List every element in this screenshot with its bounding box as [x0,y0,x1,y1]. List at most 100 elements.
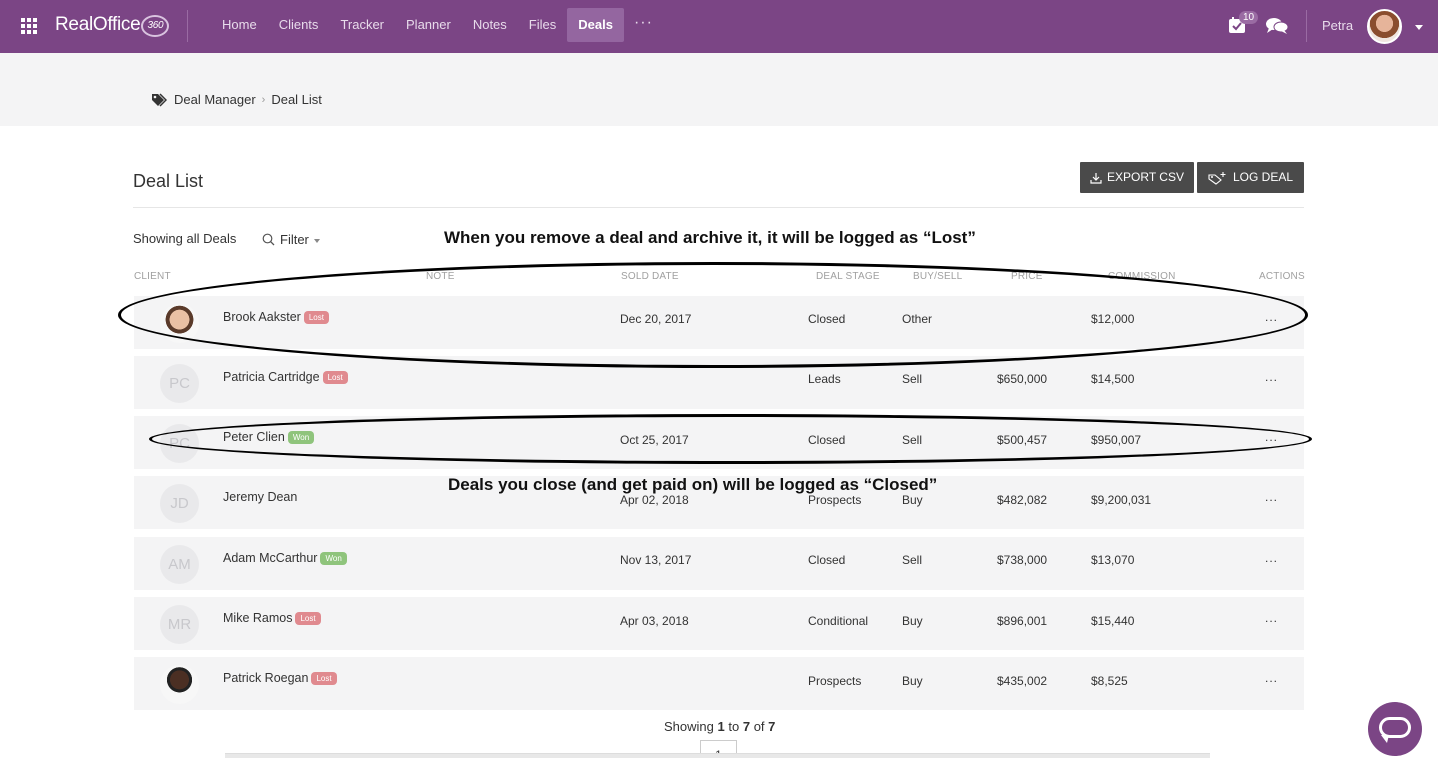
column-header-buy-sell[interactable]: BUY/SELL [913,271,962,282]
commission: $950,007 [1091,433,1142,447]
column-header-client[interactable]: CLIENT [134,271,171,282]
breadcrumb: Deal Manager › Deal List [151,92,322,107]
app-logo[interactable]: RealOffice 360 [55,14,170,39]
price: $738,000 [997,553,1048,567]
buy-sell: Buy [902,674,923,688]
column-header-note[interactable]: NOTE [426,271,455,282]
row-actions-button[interactable]: ... [1265,611,1278,625]
row-actions-button[interactable]: ... [1265,551,1278,565]
column-header-commission[interactable]: COMMISSION [1108,271,1176,282]
client-name[interactable]: Brook Aakster [223,310,301,324]
breadcrumb-current: Deal List [271,92,322,107]
status-badge: Won [287,430,315,444]
nav-item-planner[interactable]: Planner [395,8,462,42]
row-actions-button[interactable]: ... [1265,671,1278,685]
search-icon [262,233,275,246]
row-actions-button[interactable]: ... [1265,490,1278,504]
buy-sell: Other [902,312,933,326]
commission: $8,525 [1091,674,1128,688]
app-grid-icon[interactable] [21,18,37,34]
nav-divider [187,10,188,42]
buy-sell: Sell [902,553,923,567]
breadcrumb-root[interactable]: Deal Manager [174,92,256,107]
row-actions-button[interactable]: ... [1265,370,1278,384]
user-avatar[interactable] [1367,9,1402,44]
tags-icon [152,92,167,107]
price: $482,082 [997,493,1048,507]
export-csv-button[interactable]: EXPORT CSV [1080,162,1194,193]
nav-item-files[interactable]: Files [518,8,567,42]
column-header-deal-stage[interactable]: DEAL STAGE [816,271,880,282]
buy-sell: Buy [902,493,923,507]
nav-more-icon[interactable]: ··· [624,8,663,42]
table-row[interactable]: PC Peter Clien Won Oct 25, 2017 Closed Se… [134,416,1304,469]
header-divider [133,207,1304,208]
deal-stage: Closed [808,433,846,447]
client-avatar [160,665,199,704]
price: $650,000 [997,372,1048,386]
sold-date: Nov 13, 2017 [620,553,692,567]
table-row[interactable]: PC Patricia Cartridge Lost Leads Sell $65… [134,356,1304,409]
logo-badge: 360 [141,15,170,37]
deal-stage: Prospects [808,674,862,688]
chat-bubble-tail [1381,735,1389,743]
nav-item-home[interactable]: Home [211,8,268,42]
log-deal-button[interactable]: LOG DEAL [1197,162,1304,193]
filter-caret-icon [313,238,320,243]
client-name[interactable]: Mike Ramos [223,611,292,625]
client-name[interactable]: Adam McCarthur [223,551,317,565]
pager-to: 7 [742,719,751,734]
column-header-actions: ACTIONS [1259,271,1305,282]
nav-item-clients[interactable]: Clients [268,8,330,42]
commission: $13,070 [1091,553,1135,567]
bottom-edge [225,753,1210,758]
filter-label: Filter [280,232,309,247]
deal-stage: Prospects [808,493,862,507]
client-name[interactable]: Jeremy Dean [223,490,297,504]
client-avatar: MR [160,605,199,644]
deal-stage: Conditional [808,614,869,628]
table-row[interactable]: Patrick Roegan Lost Prospects Buy $435,00… [134,657,1304,710]
tag-plus-icon [1208,171,1226,185]
nav-item-notes[interactable]: Notes [462,8,518,42]
filter-dropdown[interactable]: Filter [262,232,320,247]
breadcrumb-band: Deal Manager › Deal List [0,53,1438,126]
export-csv-label: EXPORT CSV [1107,170,1184,184]
nav-item-deals[interactable]: Deals [567,8,624,42]
table-row[interactable]: Brook Aakster Lost Dec 20, 2017 Closed Ot… [134,296,1304,349]
nav-divider [1306,10,1307,42]
client-name[interactable]: Patrick Roegan [223,671,308,685]
commission: $15,440 [1091,614,1135,628]
client-avatar: PC [160,424,199,463]
nav-item-tracker[interactable]: Tracker [329,8,395,42]
sold-date: Apr 03, 2018 [620,614,689,628]
top-navbar: RealOffice 360 Home Clients Tracker Plann… [0,0,1438,53]
column-header-price[interactable]: PRICE [1011,271,1043,282]
client-name[interactable]: Peter Clien [223,430,285,444]
commission: $9,200,031 [1091,493,1152,507]
sold-date: Oct 25, 2017 [620,433,689,447]
pager-of-word: of [753,719,765,734]
annotation-closed: Deals you close (and get paid on) will b… [448,475,938,494]
main-nav: Home Clients Tracker Planner Notes Files… [211,8,663,42]
column-header-sold-date[interactable]: SOLD DATE [621,271,679,282]
table-row[interactable]: MR Mike Ramos Lost Apr 03, 2018 Condition… [134,597,1304,650]
user-name[interactable]: Petra [1322,18,1353,33]
client-name[interactable]: Patricia Cartridge [223,370,320,384]
row-actions-button[interactable]: ... [1265,310,1278,324]
chat-icon[interactable] [1265,16,1289,36]
buy-sell: Sell [902,433,923,447]
annotation-lost: When you remove a deal and archive it, i… [444,228,976,247]
status-badge: Lost [311,671,337,685]
row-actions-button[interactable]: ... [1265,430,1278,444]
chat-launcher-button[interactable] [1368,702,1422,756]
sold-date: Apr 02, 2018 [620,493,689,507]
client-avatar: JD [160,484,199,523]
sold-date: Dec 20, 2017 [620,312,692,326]
user-menu-caret-icon[interactable] [1415,25,1423,30]
deal-stage: Leads [808,372,841,386]
pager-to-word: to [728,719,740,734]
client-avatar: AM [160,545,199,584]
table-row[interactable]: AM Adam McCarthur Won Nov 13, 2017 Closed… [134,537,1304,590]
breadcrumb-chevron-icon: › [261,93,266,106]
